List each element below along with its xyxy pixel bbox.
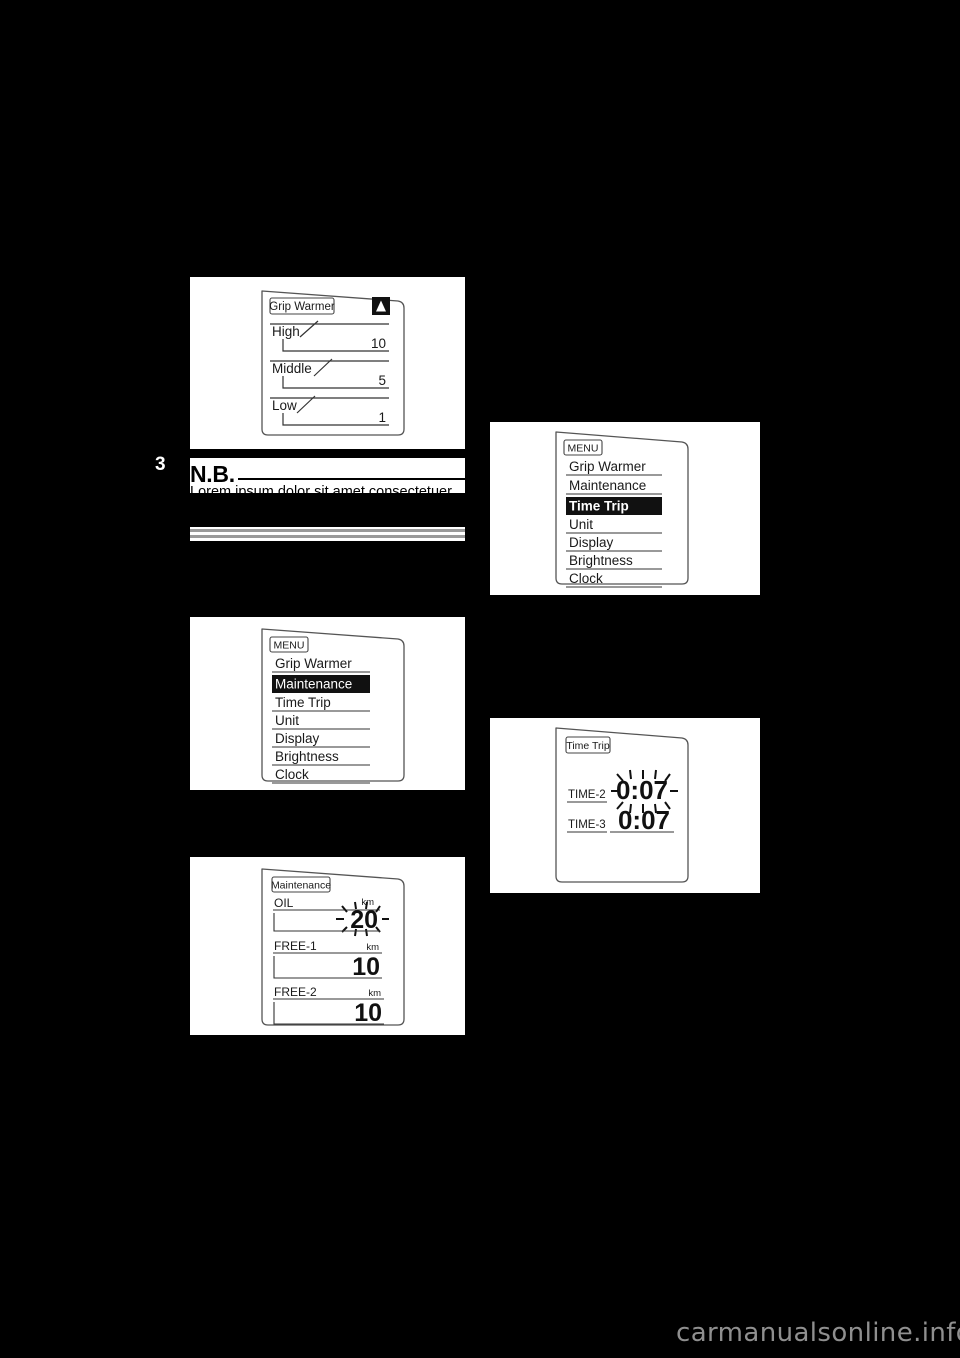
row-value-time2: 0:07 (616, 775, 668, 805)
row-label-time2: TIME-2 (568, 789, 606, 801)
figure-grip-warmer-screen: Grip Warmer High 10 Middle 5 Low 1 (190, 277, 465, 449)
menu-item-maintenance: Maintenance (275, 677, 352, 692)
row-unit-free1: km (366, 942, 379, 953)
row-value-middle: 5 (378, 373, 386, 388)
row-value-free2: 10 (354, 999, 382, 1027)
row-label-free1: FREE-1 (274, 939, 317, 953)
note-heading: N.B. (190, 461, 235, 487)
figure-maintenance-screen: Maintenance OIL km 20 FREE-1 km (190, 857, 465, 1035)
note-text-band: Lorem ipsum dolor sit amet consectetuer (190, 484, 465, 500)
menu-item-grip-warmer: Grip Warmer (275, 656, 352, 671)
row-value-high: 10 (371, 336, 386, 351)
menu-item-time-trip: Time Trip (569, 499, 629, 514)
note-heading-rule (238, 478, 465, 480)
note-text-clipped: Lorem ipsum dolor sit amet consectetuer (190, 484, 452, 500)
menu-item-display: Display (569, 535, 614, 550)
menu-item-brightness: Brightness (569, 553, 633, 568)
row-label-middle: Middle (272, 361, 312, 376)
row-value-time3: 0:07 (618, 805, 670, 835)
row-label-oil: OIL (274, 896, 294, 910)
figure-menu-screen-maintenance: MENU Grip Warmer Maintenance Time Trip U… (190, 617, 465, 790)
menu-item-clock: Clock (275, 767, 309, 782)
figure-time-trip-screen: Time Trip TIME-2 0:07 TIME-3 0:07 (490, 718, 760, 893)
row-unit-free2: km (368, 988, 381, 999)
menu-item-unit: Unit (275, 713, 299, 728)
document-page: Grip Warmer High 10 Middle 5 Low 1 3 N.B… (0, 0, 960, 1358)
row-value-low: 1 (378, 410, 386, 425)
row-label-time3: TIME-3 (568, 819, 606, 831)
note-closing-band (190, 527, 465, 541)
figure-title: MENU (274, 640, 305, 652)
row-value-free1: 10 (352, 953, 380, 981)
row-label-low: Low (272, 398, 297, 413)
chapter-tab-number: 3 (155, 454, 166, 475)
row-label-high: High (272, 324, 300, 339)
figure-title: MENU (568, 443, 599, 455)
note-rule-top (190, 529, 465, 532)
figure-title: Grip Warmer (269, 301, 335, 313)
menu-item-display: Display (275, 731, 320, 746)
grip-warmer-flame-icon (372, 297, 390, 315)
menu-item-grip-warmer: Grip Warmer (569, 459, 646, 474)
note-rule-bottom (190, 535, 465, 538)
figure-title: Maintenance (271, 880, 331, 892)
menu-item-maintenance: Maintenance (569, 478, 646, 493)
menu-item-unit: Unit (569, 517, 593, 532)
figure-title: Time Trip (566, 740, 610, 752)
menu-item-clock: Clock (569, 571, 603, 586)
menu-item-brightness: Brightness (275, 749, 339, 764)
row-label-free2: FREE-2 (274, 985, 317, 999)
site-watermark: carmanualsonline.info (676, 1318, 960, 1348)
figure-menu-screen-timetrip: MENU Grip Warmer Maintenance Time Trip U… (490, 422, 760, 595)
menu-item-time-trip: Time Trip (275, 695, 331, 710)
row-value-oil: 20 (350, 906, 378, 934)
